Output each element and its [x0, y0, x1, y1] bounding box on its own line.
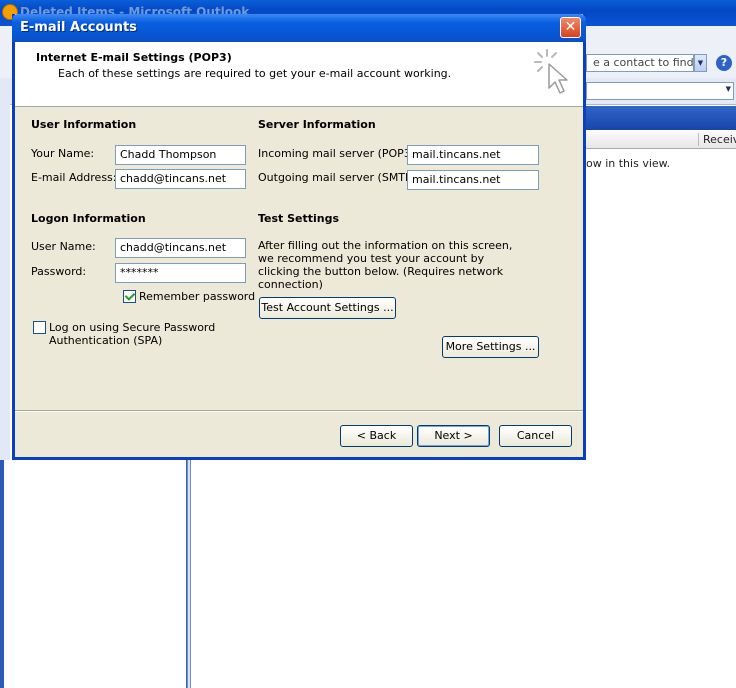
email-accounts-dialog: E-mail Accounts ✕ Internet E-mail Settin…: [12, 14, 586, 460]
more-settings-button[interactable]: More Settings ...: [442, 336, 539, 358]
remember-password-checkbox[interactable]: [123, 290, 136, 303]
message-list-header: Receive: [586, 131, 736, 149]
navigation-pane-edge: [0, 460, 4, 688]
spa-label-line1: Log on using Secure Password: [49, 321, 216, 334]
cancel-button[interactable]: Cancel: [499, 425, 572, 447]
chevron-down-icon: ▼: [725, 85, 731, 93]
pane-splitter[interactable]: [187, 460, 191, 688]
navigation-pane-strip: [0, 78, 10, 460]
test-settings-description: After filling out the information on thi…: [258, 239, 513, 291]
remember-password-label: Remember password: [139, 290, 256, 303]
spa-label-line2: Authentication (SPA): [49, 334, 163, 347]
email-address-field[interactable]: chadd@tincans.net: [115, 169, 246, 189]
empty-view-message: ow in this view.: [586, 157, 671, 170]
user-name-field[interactable]: chadd@tincans.net: [115, 238, 246, 258]
wizard-header-title: Internet E-mail Settings (POP3): [36, 51, 232, 64]
close-button[interactable]: ✕: [560, 17, 581, 38]
incoming-server-field[interactable]: mail.tincans.net: [407, 145, 539, 165]
server-information-heading: Server Information: [258, 118, 376, 131]
test-settings-heading: Test Settings: [258, 212, 340, 225]
test-account-settings-button[interactable]: Test Account Settings ...: [259, 297, 396, 319]
dialog-titlebar: E-mail Accounts ✕: [12, 14, 586, 42]
find-contact-input[interactable]: e a contact to find: [586, 54, 694, 72]
outlook-view-combo[interactable]: ▼: [586, 82, 734, 100]
email-address-label: E-mail Address:: [31, 171, 117, 184]
navigation-pane: [0, 460, 187, 688]
help-icon[interactable]: ?: [716, 55, 732, 71]
logon-information-heading: Logon Information: [31, 212, 146, 225]
wizard-header: Internet E-mail Settings (POP3) Each of …: [15, 42, 583, 107]
user-name-label: User Name:: [31, 240, 96, 253]
next-button[interactable]: Next >: [417, 425, 490, 447]
password-field[interactable]: *******: [115, 263, 246, 283]
wizard-header-subtitle: Each of these settings are required to g…: [58, 67, 452, 80]
back-button[interactable]: < Back: [340, 425, 413, 447]
spa-checkbox[interactable]: [33, 321, 46, 334]
your-name-label: Your Name:: [31, 147, 95, 160]
outgoing-server-field[interactable]: mail.tincans.net: [407, 170, 539, 190]
column-received[interactable]: Receive: [698, 133, 736, 146]
footer-separator: [15, 410, 583, 412]
find-contact-dropdown-icon[interactable]: ▼: [694, 54, 707, 72]
your-name-field[interactable]: Chadd Thompson: [115, 145, 246, 165]
outgoing-server-label: Outgoing mail server (SMTP):: [258, 171, 420, 184]
dialog-title: E-mail Accounts: [20, 20, 137, 35]
cursor-sparkle-icon: [534, 49, 568, 94]
password-label: Password:: [31, 265, 87, 278]
folder-header-bar: [586, 106, 736, 130]
user-information-heading: User Information: [31, 118, 137, 131]
incoming-server-label: Incoming mail server (POP3):: [258, 147, 419, 160]
